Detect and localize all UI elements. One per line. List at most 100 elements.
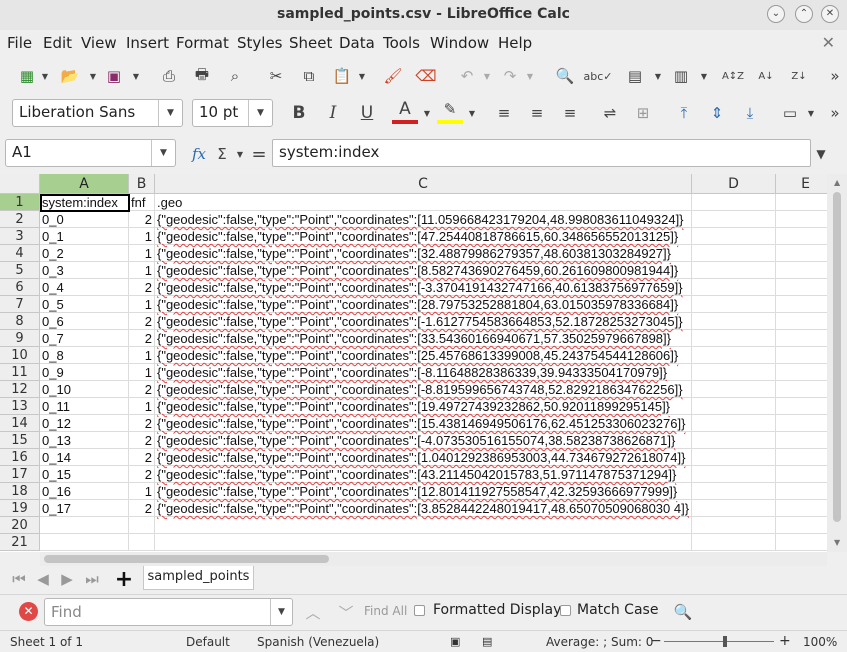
grid-cell[interactable] [40,517,129,534]
row-header[interactable]: 11 [0,364,40,381]
grid-cell[interactable] [40,534,129,551]
grid-cell[interactable] [776,330,827,347]
sort-descending-icon[interactable]: Z↓ [786,63,812,89]
menu-edit[interactable]: Edit [43,34,72,52]
row-header[interactable]: 3 [0,228,40,245]
row-header[interactable]: 17 [0,466,40,483]
sort-ascending-icon[interactable]: A↓ [753,63,779,89]
row-header[interactable]: 7 [0,296,40,313]
grid-cell[interactable] [692,313,776,330]
grid-cell[interactable]: fnf [129,194,155,211]
row-header[interactable]: 1 [0,194,40,211]
grid-cell[interactable]: 2 [129,432,155,449]
grid-cell[interactable] [692,228,776,245]
grid-cell[interactable]: 2 [129,449,155,466]
row-header[interactable]: 18 [0,483,40,500]
formula-input[interactable]: system:index [272,139,811,167]
grid-cell[interactable]: {"geodesic":false,"type":"Point","coordi… [155,313,692,330]
save-icon[interactable]: ▣ [101,63,127,89]
grid-cell[interactable] [776,279,827,296]
grid-cell[interactable]: {"geodesic":false,"type":"Point","coordi… [155,330,692,347]
chevron-down-icon[interactable]: ▼ [422,109,432,118]
italic-icon[interactable]: I [320,100,346,126]
grid-cell[interactable]: 0_13 [40,432,129,449]
grid-cell[interactable]: {"geodesic":false,"type":"Point","coordi… [155,483,692,500]
grid-cell[interactable]: 0_10 [40,381,129,398]
chevron-down-icon[interactable]: ▼ [131,72,141,81]
maximize-button[interactable]: ⌃ [795,5,813,23]
menu-insert[interactable]: Insert [126,34,169,52]
grid-cell[interactable]: {"geodesic":false,"type":"Point","coordi… [155,211,692,228]
font-size-box[interactable]: 10 pt ▼ [192,99,273,127]
spreadsheet-grid[interactable]: A B C D E 1 system:index fnf .geo 2 0_0 2 {"geo… [0,174,827,552]
scroll-up-icon[interactable]: ▲ [834,178,840,187]
print-icon[interactable]: 🖶 [189,63,215,89]
match-case-checkbox[interactable] [560,605,571,616]
grid-cell[interactable]: 2 [129,330,155,347]
new-spreadsheet-icon[interactable]: ▦ [14,63,40,89]
row-header[interactable]: 5 [0,262,40,279]
column-header-c[interactable]: C [155,174,692,194]
grid-cell[interactable]: 2 [129,279,155,296]
grid-cell[interactable] [776,381,827,398]
chevron-down-icon[interactable]: ▼ [88,72,98,81]
grid-cell[interactable] [692,211,776,228]
next-sheet-icon[interactable]: ▶ [54,566,80,592]
row-header[interactable]: 19 [0,500,40,517]
grid-cell[interactable]: 0_11 [40,398,129,415]
column-header-d[interactable]: D [692,174,776,194]
chevron-down-icon[interactable]: ▼ [482,72,492,81]
grid-cell[interactable]: 2 [129,211,155,228]
number-format-icon[interactable]: ▭ [777,100,803,126]
grid-cell[interactable]: system:index [40,194,129,211]
grid-cell[interactable] [776,534,827,551]
clone-formatting-icon[interactable]: 🖌 [380,63,406,89]
grid-cell[interactable]: 2 [129,466,155,483]
chevron-down-icon[interactable]: ▼ [40,72,50,81]
grid-cell[interactable] [692,245,776,262]
formatted-display-checkbox[interactable] [414,605,425,616]
sort-icon[interactable]: A↕Z [720,63,746,89]
grid-cell[interactable]: 1 [129,228,155,245]
grid-cell[interactable]: 0_6 [40,313,129,330]
copy-icon[interactable]: ⧉ [296,63,322,89]
grid-cell[interactable]: 0_0 [40,211,129,228]
grid-cell[interactable] [776,347,827,364]
grid-cell[interactable]: 1 [129,296,155,313]
grid-cell[interactable]: 1 [129,347,155,364]
find-replace-dialog-icon[interactable]: 🔍 [670,599,696,625]
grid-cell[interactable] [692,381,776,398]
find-previous-icon[interactable]: ︿ [300,599,326,625]
grid-cell[interactable] [155,534,692,551]
grid-cell[interactable]: 0_12 [40,415,129,432]
row-header[interactable]: 8 [0,313,40,330]
expand-formula-icon[interactable]: ▼ [813,147,829,161]
align-top-icon[interactable]: ⤒ [671,100,697,126]
grid-cell[interactable] [692,296,776,313]
grid-cell[interactable] [692,500,776,517]
open-folder-icon[interactable]: 📂 [57,63,83,89]
zoom-level[interactable]: 100% [803,635,837,649]
bold-icon[interactable]: B [286,100,312,126]
grid-cell[interactable] [692,432,776,449]
grid-cell[interactable]: 0_4 [40,279,129,296]
align-left-icon[interactable]: ≡ [491,100,517,126]
zoom-out-icon[interactable]: − [650,633,662,649]
digital-signature-icon[interactable]: ▤ [482,635,492,648]
grid-cell[interactable]: .geo [155,194,692,211]
chevron-down-icon[interactable]: ▼ [525,72,535,81]
find-replace-icon[interactable]: 🔍 [552,63,578,89]
grid-cell[interactable] [692,466,776,483]
grid-cell[interactable]: 2 [129,415,155,432]
grid-cell[interactable] [155,517,692,534]
grid-cell[interactable]: {"geodesic":false,"type":"Point","coordi… [155,364,692,381]
grid-cell[interactable] [129,534,155,551]
grid-cell[interactable] [776,228,827,245]
menu-help[interactable]: Help [498,34,532,52]
grid-cell[interactable]: {"geodesic":false,"type":"Point","coordi… [155,245,692,262]
find-next-icon[interactable]: ﹀ [333,599,359,625]
grid-cell[interactable]: {"geodesic":false,"type":"Point","coordi… [155,296,692,313]
grid-cell[interactable] [776,211,827,228]
grid-cell[interactable] [776,364,827,381]
grid-cell[interactable]: 1 [129,262,155,279]
